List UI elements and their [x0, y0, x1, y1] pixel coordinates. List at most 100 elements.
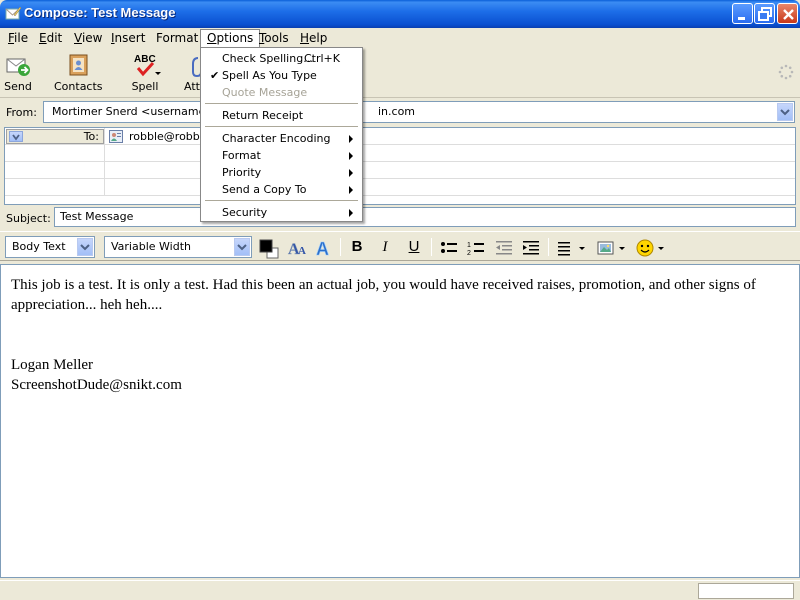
- menu-insert[interactable]: Insert: [105, 30, 151, 46]
- numbered-list-icon: 12: [467, 242, 484, 257]
- recipient-row-empty[interactable]: [5, 179, 795, 196]
- recipient-type-dropdown[interactable]: [9, 131, 23, 142]
- window-title: Compose: Test Message: [24, 5, 176, 20]
- menu-options-label: ptions: [216, 31, 254, 45]
- bullet-list-icon: [441, 242, 457, 253]
- paragraph-style-value: Body Text: [12, 240, 66, 253]
- menu-edit[interactable]: Edit: [33, 30, 68, 46]
- bold-button[interactable]: B: [346, 237, 368, 259]
- insert-image-icon: [597, 241, 625, 255]
- recipient-type-select[interactable]: To:: [6, 129, 104, 144]
- menu-file[interactable]: File: [2, 30, 34, 46]
- toolbar-separator: [431, 238, 432, 256]
- recipient-list[interactable]: To: robble@robble: [4, 127, 796, 205]
- paragraph-style-select[interactable]: Body Text: [5, 236, 95, 258]
- recipient-row-empty[interactable]: [5, 162, 795, 179]
- menu-item-priority[interactable]: Priority: [203, 164, 360, 181]
- close-button[interactable]: [777, 3, 798, 24]
- menu-item-quote-message: Quote Message: [203, 84, 360, 101]
- menu-item-format[interactable]: Format: [203, 147, 360, 164]
- menu-item-return-receipt[interactable]: Return Receipt: [203, 107, 360, 124]
- align-icon: [558, 242, 585, 256]
- menu-view-accel: V: [74, 31, 82, 45]
- body-line: This job is a test. It is only a test. H…: [11, 277, 756, 293]
- attach-button[interactable]: Att: [182, 52, 202, 96]
- menu-tools-label: ools: [264, 31, 289, 45]
- from-dropdown-button[interactable]: [777, 103, 793, 121]
- paragraph-style-dropdown[interactable]: [77, 238, 93, 256]
- signature-name: Logan Meller: [11, 357, 94, 373]
- minimize-button[interactable]: [732, 3, 753, 24]
- status-bar: [0, 580, 800, 600]
- to-label: To:: [83, 130, 99, 143]
- check-spelling-shortcut: Ctrl+K: [303, 52, 340, 65]
- restore-icon: [758, 7, 772, 21]
- close-icon: [783, 9, 794, 20]
- spell-button[interactable]: ABC Spell: [124, 52, 166, 96]
- from-value: Mortimer Snerd <username@d: [52, 105, 224, 118]
- underline-button[interactable]: U: [403, 237, 425, 259]
- submenu-arrow-icon: [349, 152, 353, 160]
- recipient-row[interactable]: To: robble@robble: [5, 128, 795, 145]
- message-body-editor[interactable]: This job is a test. It is only a test. H…: [0, 264, 800, 578]
- submenu-arrow-icon: [349, 169, 353, 177]
- increase-font-size-button[interactable]: A: [313, 237, 335, 260]
- send-button[interactable]: Send: [4, 52, 32, 96]
- menu-help[interactable]: Help: [294, 30, 333, 46]
- subject-input[interactable]: Test Message: [54, 207, 796, 227]
- outdent-button[interactable]: [493, 237, 515, 259]
- menu-item-character-encoding[interactable]: Character Encoding: [203, 130, 360, 147]
- menu-item-check-spelling[interactable]: Check Spelling... Ctrl+K: [203, 50, 360, 67]
- menu-format-label: Format: [156, 31, 199, 45]
- alignment-button[interactable]: [555, 237, 589, 259]
- decrease-font-size-button[interactable]: AA: [286, 237, 308, 259]
- contacts-button[interactable]: Contacts: [54, 52, 103, 96]
- font-dropdown[interactable]: [234, 238, 250, 256]
- menu-bar: File Edit View Insert Format Options Too…: [0, 28, 800, 48]
- recipient-row-empty[interactable]: [5, 145, 795, 162]
- font-select[interactable]: Variable Width: [104, 236, 252, 258]
- menu-help-accel: H: [300, 31, 310, 45]
- title-bar[interactable]: Compose: Test Message: [0, 0, 800, 28]
- from-account-select[interactable]: Mortimer Snerd <username@d in.com: [43, 101, 795, 123]
- recipient-type-cell: [5, 145, 105, 162]
- menu-format[interactable]: Format: [150, 30, 204, 46]
- text-color-button[interactable]: [258, 237, 280, 259]
- recipient-type-cell: [5, 162, 105, 179]
- priority-label: Priority: [222, 166, 262, 179]
- menu-separator: [205, 200, 358, 201]
- attach-label: Att: [184, 80, 200, 93]
- send-label: Send: [4, 80, 32, 93]
- numbered-list-button[interactable]: 12: [465, 237, 487, 259]
- svg-text:A: A: [298, 245, 306, 257]
- menu-options[interactable]: Options: [200, 29, 261, 48]
- menu-tools[interactable]: Tools: [253, 30, 295, 46]
- maximize-button[interactable]: [754, 3, 775, 24]
- insert-object-button[interactable]: [595, 237, 629, 259]
- spell-label: Spell: [131, 80, 159, 93]
- svg-text:A: A: [316, 239, 329, 259]
- send-copy-to-label: Send a Copy To: [222, 183, 307, 196]
- recipient-address[interactable]: robble@robble: [129, 130, 210, 143]
- outdent-icon: [496, 241, 512, 255]
- menu-item-send-copy-to[interactable]: Send a Copy To: [203, 181, 360, 198]
- contacts-label: Contacts: [54, 80, 103, 93]
- font-larger-icon: A: [316, 239, 330, 260]
- indent-button[interactable]: [520, 237, 542, 259]
- status-progress-panel: [698, 583, 794, 599]
- menu-view[interactable]: View: [68, 30, 108, 46]
- insert-smiley-button[interactable]: [634, 237, 668, 259]
- indent-icon: [523, 241, 539, 255]
- subject-label: Subject:: [6, 212, 51, 225]
- menu-item-security[interactable]: Security: [203, 204, 360, 221]
- return-receipt-label: Return Receipt: [222, 109, 304, 122]
- spell-dropdown-icon[interactable]: [155, 72, 161, 76]
- bullet-list-button[interactable]: [438, 237, 460, 259]
- menu-edit-label: dit: [46, 31, 63, 45]
- toolbar-separator: [340, 238, 341, 256]
- spell-as-you-type-label: Spell As You Type: [222, 69, 317, 82]
- menu-item-spell-as-you-type[interactable]: ✔ Spell As You Type: [203, 67, 360, 84]
- svg-text:1: 1: [467, 242, 471, 249]
- italic-button[interactable]: I: [374, 237, 396, 259]
